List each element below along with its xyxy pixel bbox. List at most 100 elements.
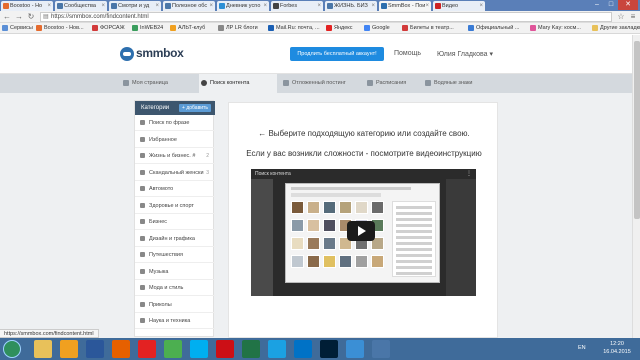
browser-tab[interactable]: Forbes ×	[271, 1, 323, 11]
system-clock[interactable]: 12:20 16.04.2015	[600, 340, 634, 356]
category-item[interactable]: Поиск по фразе	[135, 115, 215, 131]
bookmark-item[interactable]: Boostoo - Нов...	[36, 23, 84, 34]
nav-tab[interactable]: Водяные знаки	[423, 74, 481, 93]
bookmark-item[interactable]: Официальный ...	[468, 23, 519, 34]
category-item[interactable]: Здоровье и спорт	[135, 198, 215, 214]
close-tab-icon[interactable]: ×	[479, 1, 483, 11]
browser-tab[interactable]: Сообщества ×	[55, 1, 107, 11]
explorer-icon[interactable]	[34, 340, 52, 358]
ie-icon[interactable]	[268, 340, 286, 358]
tab-favicon-icon	[273, 3, 279, 9]
bookmark-item[interactable]: Mary Kay: косм...	[530, 23, 581, 34]
share-icon[interactable]: ⋮	[466, 170, 472, 177]
word-icon[interactable]	[86, 340, 104, 358]
yandex-browser-icon[interactable]	[138, 340, 156, 358]
bookmark-item[interactable]: Сервисы	[2, 23, 33, 34]
clock-time: 12:20	[610, 341, 624, 347]
bookmark-item[interactable]: Яндекс	[326, 23, 353, 34]
bookmark-item[interactable]: АЛЬТ-клуб	[170, 23, 205, 34]
skype-icon[interactable]	[190, 340, 208, 358]
browser-tab[interactable]: ЖИЗНЬ. БИЗ ×	[325, 1, 377, 11]
close-tab-icon[interactable]: ×	[47, 1, 51, 11]
bookmark-item[interactable]: Mail.Ru: почта, ...	[268, 23, 320, 34]
category-item[interactable]: Мода и стиль	[135, 280, 215, 296]
category-label: Дизайн и графика	[149, 235, 195, 242]
close-tab-icon[interactable]: ×	[425, 1, 429, 11]
outlook-icon[interactable]	[294, 340, 312, 358]
video-player[interactable]: Поиск контента ⋮	[251, 169, 476, 296]
scrollbar-thumb[interactable]	[634, 41, 640, 219]
close-tab-icon[interactable]: ×	[101, 1, 105, 11]
tab-favicon-icon	[219, 3, 225, 9]
preview-thumbnail	[323, 237, 336, 250]
chrome-icon[interactable]	[164, 340, 182, 358]
category-item[interactable]: Приколы	[135, 297, 215, 313]
bookmark-star-icon[interactable]: ☆	[616, 12, 626, 22]
user-menu[interactable]: Юлия Гладкова ▾	[437, 50, 493, 58]
firefox-icon[interactable]	[112, 340, 130, 358]
bookmark-item[interactable]: ФОРСАЖ	[92, 23, 125, 34]
categories-panel: Категории + добавить Поиск по фразе Избра…	[134, 100, 215, 337]
media-player-icon[interactable]	[60, 340, 78, 358]
tab-label: Сообщества	[64, 3, 96, 9]
status-url-bubble: https://smmbox.com/findcontent.html	[0, 329, 99, 338]
category-item[interactable]: Автомото	[135, 181, 215, 197]
preview-list	[392, 201, 436, 277]
category-item[interactable]: Музыка	[135, 264, 215, 280]
minimize-button[interactable]: –	[590, 0, 604, 10]
reload-icon[interactable]: ↻	[26, 12, 36, 22]
category-item[interactable]: Наука и техника	[135, 313, 215, 329]
nav-tab[interactable]: Расписания	[365, 74, 419, 93]
forward-icon[interactable]: →	[14, 12, 24, 22]
preview-list-line	[396, 242, 432, 245]
nav-tab[interactable]: Поиск контента	[199, 74, 277, 93]
close-tab-icon[interactable]: ×	[263, 1, 267, 11]
close-tab-icon[interactable]: ×	[209, 1, 213, 11]
browser-tab[interactable]: Полезное обс ×	[163, 1, 215, 11]
photoshop-icon[interactable]	[320, 340, 338, 358]
close-tab-icon[interactable]: ×	[317, 1, 321, 11]
category-item[interactable]: Жизнь и бизнес. # 2	[135, 148, 215, 164]
maximize-button[interactable]: □	[604, 0, 618, 10]
close-tab-icon[interactable]: ×	[371, 1, 375, 11]
opera-icon[interactable]	[216, 340, 234, 358]
category-label: Мода и стиль	[149, 285, 184, 291]
paint-icon[interactable]	[346, 340, 364, 358]
browser-menu-icon[interactable]: ≡	[628, 12, 638, 22]
page-scrollbar[interactable]	[632, 35, 640, 338]
browser-tab[interactable]: Boostoo - Нo ×	[1, 1, 53, 11]
tab-favicon-icon	[165, 3, 171, 9]
category-icon	[140, 301, 145, 307]
category-item[interactable]: Путешествия	[135, 247, 215, 263]
play-button-icon[interactable]	[347, 221, 375, 241]
browser-tab[interactable]: Смотри и уд ×	[109, 1, 161, 11]
excel-icon[interactable]	[242, 340, 260, 358]
nav-tab-label: Водяные знаки	[434, 80, 473, 86]
close-window-button[interactable]: ✕	[618, 0, 638, 10]
browser-tab[interactable]: Дневник ycno ×	[217, 1, 269, 11]
nav-tab[interactable]: Моя страница	[121, 74, 195, 93]
language-indicator[interactable]: EN	[578, 345, 586, 351]
category-item[interactable]: Бизнес	[135, 214, 215, 230]
extend-account-button[interactable]: Продлить бесплатный аккаунт!	[290, 47, 384, 61]
category-item[interactable]: Избранное	[135, 132, 215, 148]
bookmark-item[interactable]: InWEB24	[132, 23, 163, 34]
bookmark-icon	[402, 25, 408, 31]
help-link[interactable]: Помощь	[394, 50, 421, 57]
bookmark-item[interactable]: Google	[364, 23, 390, 34]
url-input[interactable]: ▤ https://smmbox.com/findcontent.html	[40, 12, 612, 22]
add-category-button[interactable]: + добавить	[179, 104, 211, 112]
browser-tab[interactable]: SmmBox - Пои ×	[379, 1, 431, 11]
category-item[interactable]: Дизайн и графика	[135, 231, 215, 247]
bookmark-item[interactable]: ЛР LR блоги	[218, 23, 258, 34]
start-button-icon[interactable]	[3, 340, 21, 358]
bookmark-item[interactable]: Билеты в театр...	[402, 23, 454, 34]
nav-tab[interactable]: Отложенный постинг	[281, 74, 361, 93]
close-tab-icon[interactable]: ×	[155, 1, 159, 11]
browser-tab[interactable]: Видео ×	[433, 1, 485, 11]
bookmark-item[interactable]: Другие закладки	[592, 23, 640, 34]
category-item[interactable]: Скандальный женски 3	[135, 165, 215, 181]
back-icon[interactable]: ←	[2, 12, 12, 22]
page-info-icon[interactable]: ▤	[43, 13, 49, 21]
vk-icon[interactable]	[372, 340, 390, 358]
